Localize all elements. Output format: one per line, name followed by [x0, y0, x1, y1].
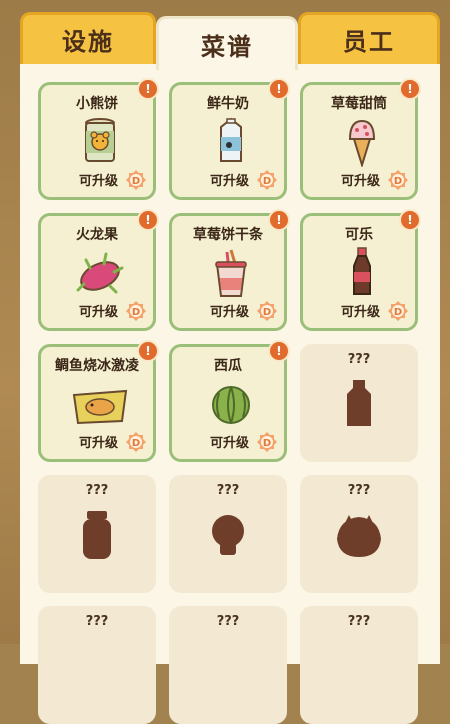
tab-bar: 设施 菜谱 员工 [0, 0, 450, 70]
alert-badge: ! [268, 340, 290, 362]
locked-pie-silhouette-icon [337, 515, 381, 557]
recipe-name: 草莓饼干条 [193, 227, 263, 243]
locked-recipe-card[interactable]: ??? [38, 606, 156, 724]
recipe-card[interactable]: 鲜牛奶 ! 可升级 D [169, 78, 290, 200]
recipe-card[interactable]: 可乐 ! 可升级 D [300, 209, 421, 331]
recipe-name: 鲷鱼烧冰激凌 [55, 358, 139, 374]
coin-icon: D [388, 301, 408, 321]
recipe-name: 鲜牛奶 [207, 96, 249, 112]
locked-recipe-card[interactable]: ??? [169, 606, 287, 724]
recipe-card[interactable]: 西瓜 ! 可升级 D [169, 340, 290, 462]
strawberry-cone-icon [348, 119, 376, 167]
upgrade-label: 可升级 [341, 305, 381, 320]
svg-text:D: D [394, 176, 402, 187]
dragon-fruit-icon [76, 252, 124, 294]
upgrade-label: 可升级 [210, 174, 250, 189]
svg-text:D: D [263, 176, 271, 187]
alert-badge: ! [137, 340, 159, 362]
watermelon-icon [212, 386, 250, 424]
recipe-card[interactable]: 草莓甜筒 ! 可升级 D [300, 78, 421, 200]
coin-icon: D [388, 170, 408, 190]
locked-recipe-card[interactable]: ??? [300, 475, 418, 593]
recipe-name: ??? [216, 614, 240, 629]
svg-text:D: D [263, 438, 271, 449]
locked-recipe-card[interactable]: ??? [38, 475, 156, 593]
svg-text:D: D [132, 307, 140, 318]
upgrade-label: 可升级 [79, 436, 119, 451]
recipe-name: ??? [85, 614, 109, 629]
recipe-name: ??? [347, 614, 371, 629]
coin-icon: D [126, 432, 146, 452]
recipe-card[interactable]: 火龙果 ! 可升级 D [38, 209, 159, 331]
recipe-name: ??? [347, 352, 371, 367]
locked-recipe-card[interactable]: ??? [169, 475, 287, 593]
recipe-card[interactable]: 小熊饼 ! 可升级 D [38, 78, 159, 200]
locked-recipe-card[interactable]: ??? [300, 606, 418, 724]
svg-text:D: D [132, 176, 140, 187]
recipe-name: 火龙果 [76, 227, 118, 243]
alert-badge: ! [137, 78, 159, 100]
locked-skull-silhouette-icon [212, 515, 244, 555]
recipe-name: 可乐 [345, 227, 373, 243]
upgrade-label: 可升级 [341, 174, 381, 189]
svg-text:D: D [394, 307, 402, 318]
recipe-name: 草莓甜筒 [331, 96, 387, 112]
recipe-name: ??? [216, 483, 240, 498]
locked-recipe-card[interactable]: ??? [300, 344, 418, 462]
bear-biscuit-can-icon [85, 118, 115, 162]
coin-icon: D [257, 301, 277, 321]
recipe-name: 小熊饼 [76, 96, 118, 112]
coin-icon: D [257, 170, 277, 190]
coin-icon: D [257, 432, 277, 452]
coin-icon: D [126, 170, 146, 190]
coin-icon: D [126, 301, 146, 321]
tab-facilities[interactable]: 设施 [20, 12, 156, 64]
svg-text:D: D [263, 307, 271, 318]
alert-badge: ! [399, 209, 421, 231]
biscuit-stick-cup-icon [215, 249, 247, 297]
alert-badge: ! [268, 209, 290, 231]
alert-badge: ! [137, 209, 159, 231]
alert-badge: ! [268, 78, 290, 100]
upgrade-label: 可升级 [210, 436, 250, 451]
alert-badge: ! [399, 78, 421, 100]
recipe-name: ??? [347, 483, 371, 498]
locked-jar-silhouette-icon [83, 511, 111, 559]
cola-bottle-icon [353, 247, 371, 295]
upgrade-label: 可升级 [210, 305, 250, 320]
recipe-panel: 小熊饼 ! 可升级 D 鲜牛奶 ! 可升级 D 草莓甜筒 ! 可升级 D 火龙果… [20, 64, 440, 724]
recipe-card[interactable]: 鲷鱼烧冰激凌 ! 可升级 D [38, 340, 159, 462]
locked-bottle-silhouette-icon [347, 380, 371, 426]
milk-carton-icon [220, 117, 242, 162]
upgrade-label: 可升级 [79, 305, 119, 320]
taiyaki-icecream-icon [72, 389, 128, 425]
recipe-name: 西瓜 [214, 358, 242, 374]
upgrade-label: 可升级 [79, 174, 119, 189]
recipe-card[interactable]: 草莓饼干条 ! 可升级 D [169, 209, 290, 331]
svg-text:D: D [132, 438, 140, 449]
tab-staff[interactable]: 员工 [298, 12, 440, 64]
tab-recipes[interactable]: 菜谱 [156, 16, 298, 70]
recipe-name: ??? [85, 483, 109, 498]
